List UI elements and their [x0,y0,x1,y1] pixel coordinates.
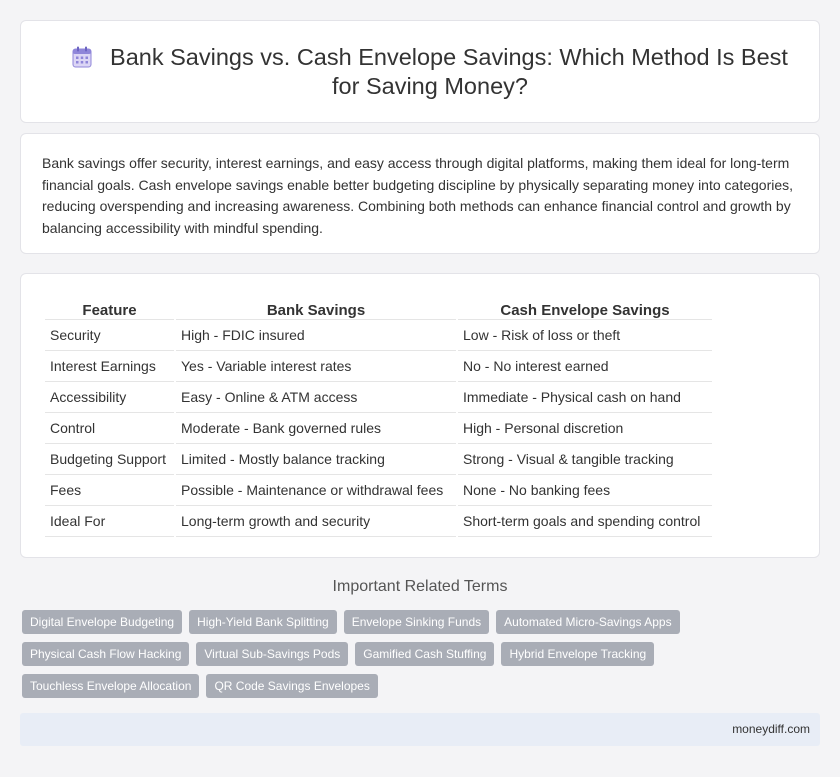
feature-cell: Control [45,413,174,444]
bank-savings-cell: Limited - Mostly balance tracking [176,444,456,475]
feature-cell: Interest Earnings [45,351,174,382]
header-feature: Feature [45,296,174,320]
related-term-tag[interactable]: Touchless Envelope Allocation [22,674,200,698]
bank-savings-cell: Moderate - Bank governed rules [176,413,456,444]
summary-card: Bank savings offer security, interest ea… [20,133,820,254]
table-row: Fees Possible - Maintenance or withdrawa… [45,475,712,506]
table-row: Control Moderate - Bank governed rules H… [45,413,712,444]
table-row: Security High - FDIC insured Low - Risk … [45,320,712,351]
feature-cell: Security [45,320,174,351]
feature-cell: Budgeting Support [45,444,174,475]
feature-cell: Ideal For [45,506,174,537]
cash-envelope-cell: Strong - Visual & tangible tracking [458,444,712,475]
footer-site-link[interactable]: moneydiff.com [732,722,810,736]
related-terms-title: Important Related Terms [332,578,508,595]
cash-envelope-cell: Low - Risk of loss or theft [458,320,712,351]
comparison-table: Feature Bank Savings Cash Envelope Savin… [43,296,714,537]
table-row: Budgeting Support Limited - Mostly balan… [45,444,712,475]
bank-savings-cell: Yes - Variable interest rates [176,351,456,382]
page-title: Bank Savings vs. Cash Envelope Savings: … [61,43,799,101]
related-term-tag[interactable]: Automated Micro-Savings Apps [496,610,680,634]
bank-savings-cell: Possible - Maintenance or withdrawal fee… [176,475,456,506]
header-bank-savings: Bank Savings [176,296,456,320]
bank-savings-cell: High - FDIC insured [176,320,456,351]
related-terms-tags: Digital Envelope Budgeting High-Yield Ba… [22,610,712,706]
page-title-text: Bank Savings vs. Cash Envelope Savings: … [110,44,788,99]
related-term-tag[interactable]: Physical Cash Flow Hacking [22,642,190,666]
comparison-table-card: Feature Bank Savings Cash Envelope Savin… [20,273,820,558]
title-wrap: Bank Savings vs. Cash Envelope Savings: … [61,43,799,101]
summary-text: Bank savings offer security, interest ea… [42,155,794,236]
related-term-tag[interactable]: High-Yield Bank Splitting [189,610,337,634]
table-row: Interest Earnings Yes - Variable interes… [45,351,712,382]
related-term-tag[interactable]: QR Code Savings Envelopes [206,674,378,698]
cash-envelope-cell: No - No interest earned [458,351,712,382]
related-term-tag[interactable]: Digital Envelope Budgeting [22,610,183,634]
related-term-tag[interactable]: Virtual Sub-Savings Pods [196,642,349,666]
cash-envelope-cell: None - No banking fees [458,475,712,506]
table-row: Accessibility Easy - Online & ATM access… [45,382,712,413]
title-card: Bank Savings vs. Cash Envelope Savings: … [20,20,820,123]
cash-envelope-cell: High - Personal discretion [458,413,712,444]
bank-savings-cell: Long-term growth and security [176,506,456,537]
calendar-icon [72,46,92,68]
related-term-tag[interactable]: Gamified Cash Stuffing [355,642,495,666]
table-row: Ideal For Long-term growth and security … [45,506,712,537]
feature-cell: Fees [45,475,174,506]
header-cash-envelope-savings: Cash Envelope Savings [458,296,712,320]
related-term-tag[interactable]: Hybrid Envelope Tracking [501,642,655,666]
footer: moneydiff.com [20,713,820,746]
bank-savings-cell: Easy - Online & ATM access [176,382,456,413]
related-term-tag[interactable]: Envelope Sinking Funds [343,610,490,634]
cash-envelope-cell: Short-term goals and spending control [458,506,712,537]
feature-cell: Accessibility [45,382,174,413]
table-header-row: Feature Bank Savings Cash Envelope Savin… [45,296,712,320]
cash-envelope-cell: Immediate - Physical cash on hand [458,382,712,413]
